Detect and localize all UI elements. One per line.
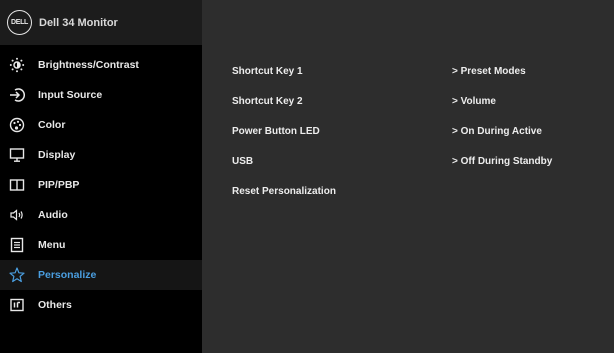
osd-header: DELL Dell 34 Monitor [0,0,202,45]
menu-item-personalize[interactable]: Personalize [0,260,202,290]
power-button-led-option[interactable]: Power Button LED [232,126,320,137]
menu-item-audio[interactable]: Audio [0,200,202,230]
menu-icon [9,237,25,253]
menu-item-color[interactable]: Color [0,110,202,140]
menu-item-label: Input Source [38,89,103,101]
menu-item-label: Color [38,119,66,131]
shortcut-key-2-value: > Volume [452,96,496,107]
dell-logo: DELL [7,10,32,35]
menu-item-label: Personalize [38,269,97,281]
menu-item-label: Audio [38,209,68,221]
menu-item-label: Display [38,149,76,161]
shortcut-key-2-option[interactable]: Shortcut Key 2 [232,96,303,107]
star-icon [9,267,25,283]
setting-row-power-button-led: Power Button LED > On During Active [202,117,614,147]
usb-option[interactable]: USB [232,156,253,167]
setting-row-shortcut-key-1: Shortcut Key 1 > Preset Modes [202,57,614,87]
menu-item-others[interactable]: Others [0,290,202,320]
usb-value: > Off During Standby [452,156,553,167]
osd-main-menu: Brightness/Contrast Input Source Color D… [0,47,202,353]
reset-personalization-option[interactable]: Reset Personalization [232,186,336,197]
audio-icon [9,207,25,223]
menu-item-label: Others [38,299,72,311]
brightness-icon [9,57,25,73]
menu-item-menu[interactable]: Menu [0,230,202,260]
display-icon [9,147,25,163]
menu-item-input-source[interactable]: Input Source [0,80,202,110]
setting-row-reset-personalization: Reset Personalization [202,177,614,207]
setting-row-usb: USB > Off During Standby [202,147,614,177]
pip-pbp-icon [9,177,25,193]
color-icon [9,117,25,133]
shortcut-key-1-option[interactable]: Shortcut Key 1 [232,66,303,77]
others-icon [9,297,25,313]
input-source-icon [9,87,25,103]
shortcut-key-1-value: > Preset Modes [452,66,526,77]
menu-item-label: PIP/PBP [38,179,80,191]
monitor-title: Dell 34 Monitor [39,16,118,29]
menu-item-label: Menu [38,239,66,251]
personalize-submenu: Shortcut Key 1 > Preset Modes Shortcut K… [202,0,614,353]
menu-item-label: Brightness/Contrast [38,59,139,71]
power-button-led-value: > On During Active [452,126,542,137]
menu-item-brightness-contrast[interactable]: Brightness/Contrast [0,50,202,80]
menu-item-pip-pbp[interactable]: PIP/PBP [0,170,202,200]
menu-item-display[interactable]: Display [0,140,202,170]
monitor-osd: DELL Dell 34 Monitor Brightness/Contrast [0,0,614,353]
setting-row-shortcut-key-2: Shortcut Key 2 > Volume [202,87,614,117]
